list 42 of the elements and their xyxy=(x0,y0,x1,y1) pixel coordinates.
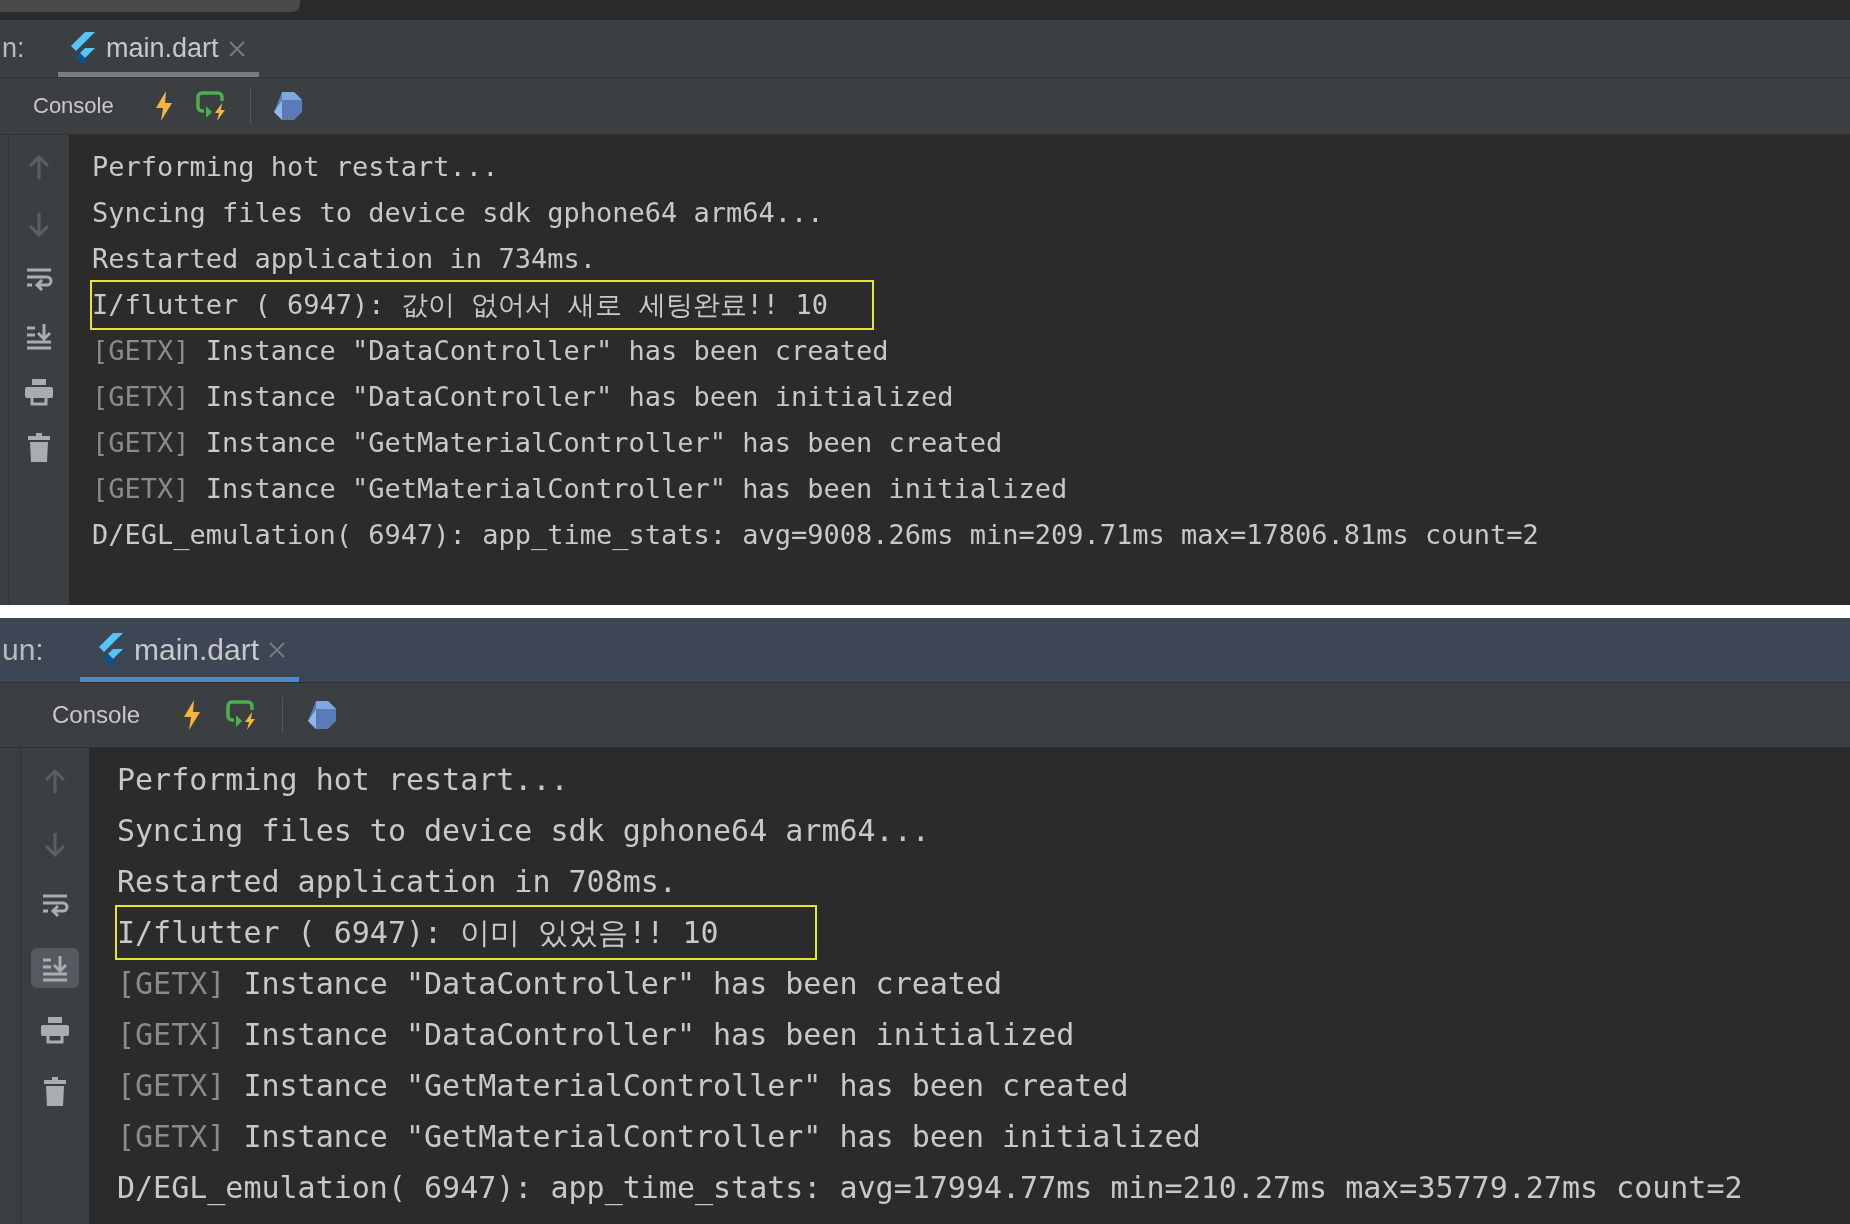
run-label: un: xyxy=(2,633,45,667)
up-arrow-icon xyxy=(27,155,51,181)
console-line: I/flutter ( 6947): 값이 없어서 새로 세팅완료!! 10 xyxy=(92,282,872,328)
console-line: [GETX] Instance "DataController" has been created xyxy=(92,334,889,368)
console-line: I/flutter ( 6947): 이미 있었음!! 10 xyxy=(117,907,815,958)
diamond-logo-icon[interactable] xyxy=(272,91,303,121)
scroll-to-end-icon xyxy=(25,322,53,350)
up-arrow-icon xyxy=(43,769,67,795)
console-tab[interactable]: Console xyxy=(52,701,141,729)
trash-icon xyxy=(43,1077,67,1107)
down-arrow-icon xyxy=(43,831,67,857)
console-line: Performing hot restart... xyxy=(92,150,499,184)
trash-icon xyxy=(27,433,51,463)
console-line: [GETX] Instance "GetMaterialController" has been initialized xyxy=(92,472,1068,506)
console-line: Performing hot restart... xyxy=(117,761,569,799)
print-icon xyxy=(24,378,54,406)
lightning-icon[interactable] xyxy=(182,700,203,730)
print-icon xyxy=(40,1016,70,1044)
console-line: [GETX] Instance "GetMaterialController" has been initialized xyxy=(117,1118,1201,1156)
close-icon[interactable] xyxy=(228,40,245,57)
console-line: [GETX] Instance "GetMaterialController" has been created xyxy=(117,1067,1129,1105)
wrap-icon xyxy=(25,266,53,294)
lightning-icon[interactable] xyxy=(153,91,174,121)
scrollbar[interactable] xyxy=(0,0,300,12)
console-line: [GETX] Instance "DataController" has been created xyxy=(117,965,1003,1003)
diamond-logo-icon[interactable] xyxy=(307,700,338,730)
scroll-to-end-icon xyxy=(41,954,69,982)
console-line: Restarted application in 708ms. xyxy=(117,863,677,901)
down-arrow-icon xyxy=(27,211,51,237)
console-line: D/EGL_emulation( 6947): app_time_stats: avg=17994.77ms min=210.27ms max=35779.27ms count=2 xyxy=(117,1169,1743,1208)
console-line: Syncing files to device sdk gphone64 arm64... xyxy=(92,196,824,230)
run-label: n: xyxy=(2,33,26,64)
console-line: Syncing files to device sdk gphone64 arm64... xyxy=(117,812,930,850)
console-line: Restarted application in 734ms. xyxy=(92,242,596,276)
wrap-icon xyxy=(41,892,69,920)
loop-lightning-icon[interactable] xyxy=(195,91,228,121)
console-line: [GETX] Instance "DataController" has been initialized xyxy=(92,380,954,414)
scroll-to-end-icon-button[interactable] xyxy=(31,948,79,988)
console-line: D/EGL_emulation( 6947): app_time_stats: avg=9008.26ms min=209.71ms max=17806.81ms count=2 xyxy=(92,518,1539,552)
console-tab[interactable]: Console xyxy=(33,93,114,119)
console-line: [GETX] Instance "GetMaterialController" has been created xyxy=(92,426,1003,460)
console-line: [GETX] Instance "DataController" has been initialized xyxy=(117,1016,1075,1054)
